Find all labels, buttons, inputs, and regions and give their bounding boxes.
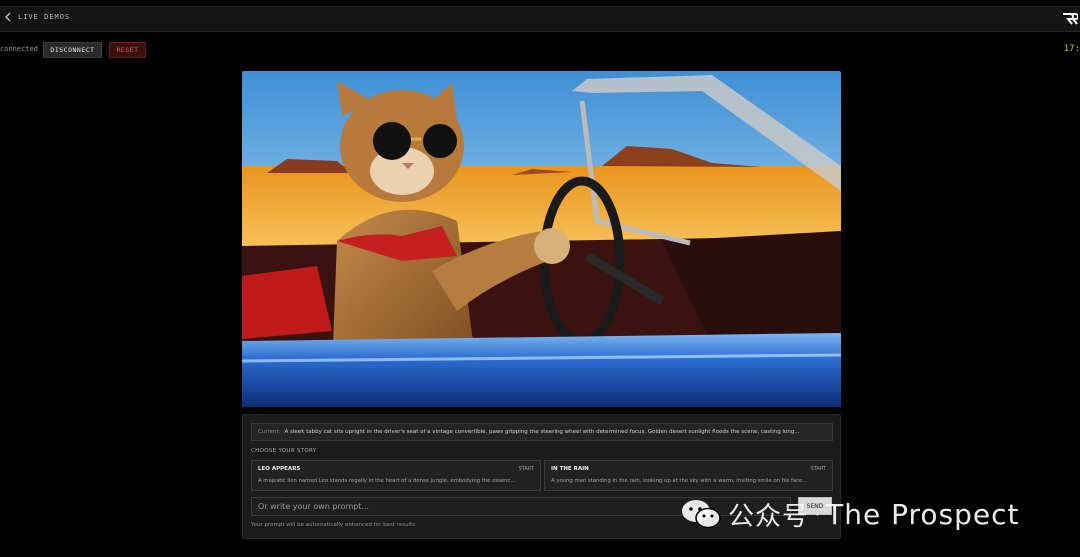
clock-readout: 17:: [1063, 44, 1080, 54]
reset-button[interactable]: RESET: [109, 42, 146, 58]
disconnect-button[interactable]: DISCONNECT: [43, 42, 102, 58]
story-card-leo-appears[interactable]: LEO APPEARS START A majestic lion named …: [251, 460, 541, 491]
watermark: 公众号 · The Prospect: [680, 492, 1019, 536]
choose-story-heading: CHOOSE YOUR STORY: [251, 448, 317, 454]
watermark-separator: ·: [815, 504, 821, 524]
current-prompt-box: Current: A sleek tabby cat sits upright …: [251, 423, 833, 441]
back-link[interactable]: LIVE DEMOS: [4, 12, 70, 22]
chevron-left-icon: [5, 12, 11, 22]
watermark-platform: 公众号: [728, 501, 810, 532]
story-card-description: A majestic lion named Leo stands regally…: [258, 478, 516, 484]
wechat-logo-icon: [682, 500, 721, 529]
connection-status: connected: [0, 45, 38, 53]
generated-video-frame: [242, 71, 841, 407]
back-link-label: LIVE DEMOS: [18, 13, 71, 21]
brand-logo-icon: [1063, 13, 1078, 25]
current-label: Current:: [258, 429, 281, 435]
status-bar: connected DISCONNECT RESET 17:: [0, 40, 1080, 60]
story-card-start[interactable]: START: [811, 466, 826, 472]
story-card-title: LEO APPEARS: [258, 466, 301, 472]
watermark-brand: The Prospect: [826, 497, 1020, 531]
story-card-description: A young man standing in the rain, lookin…: [551, 478, 808, 484]
story-card-title: IN THE RAIN: [551, 466, 589, 472]
top-bar: LIVE DEMOS: [0, 6, 1080, 32]
prompt-hint: Your prompt will be automatically enhanc…: [251, 522, 417, 528]
story-card-start[interactable]: START: [519, 466, 534, 472]
current-prompt-text: A sleek tabby cat sits upright in the dr…: [284, 429, 800, 435]
story-card-in-the-rain[interactable]: IN THE RAIN START A young man standing i…: [544, 460, 833, 491]
